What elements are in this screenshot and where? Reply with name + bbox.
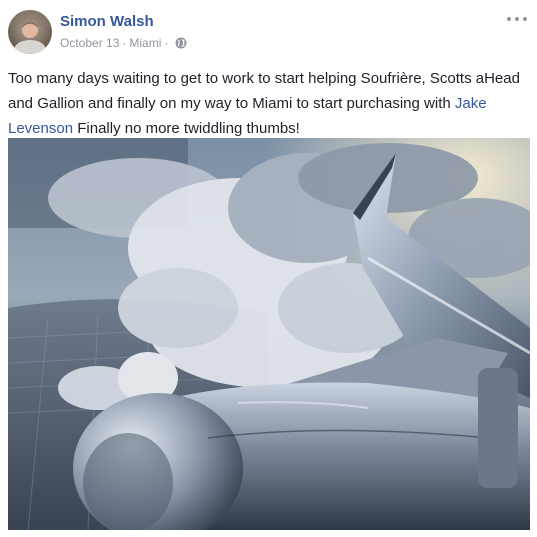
dot (515, 17, 519, 21)
author-avatar[interactable] (8, 10, 52, 54)
dot (523, 17, 527, 21)
meta-separator: · (164, 36, 169, 50)
more-options-icon[interactable] (507, 12, 527, 26)
author-name[interactable]: Simon Walsh (60, 13, 154, 30)
post-photo[interactable] (8, 138, 530, 530)
post-text: Too many days waiting to get to work to … (8, 66, 530, 141)
post-text-end: Finally no more twiddling thumbs! (73, 120, 300, 137)
facebook-post: Simon Walsh October 13 · Miami · Too man… (0, 0, 537, 537)
post-date[interactable]: October 13 (60, 36, 119, 50)
post-location[interactable]: Miami (129, 36, 161, 50)
meta-separator: · (122, 36, 127, 50)
post-meta: October 13 · Miami · (60, 36, 187, 50)
globe-icon[interactable] (175, 37, 187, 49)
post-text-start: Too many days waiting to get to work to … (8, 70, 520, 112)
dot (507, 17, 511, 21)
